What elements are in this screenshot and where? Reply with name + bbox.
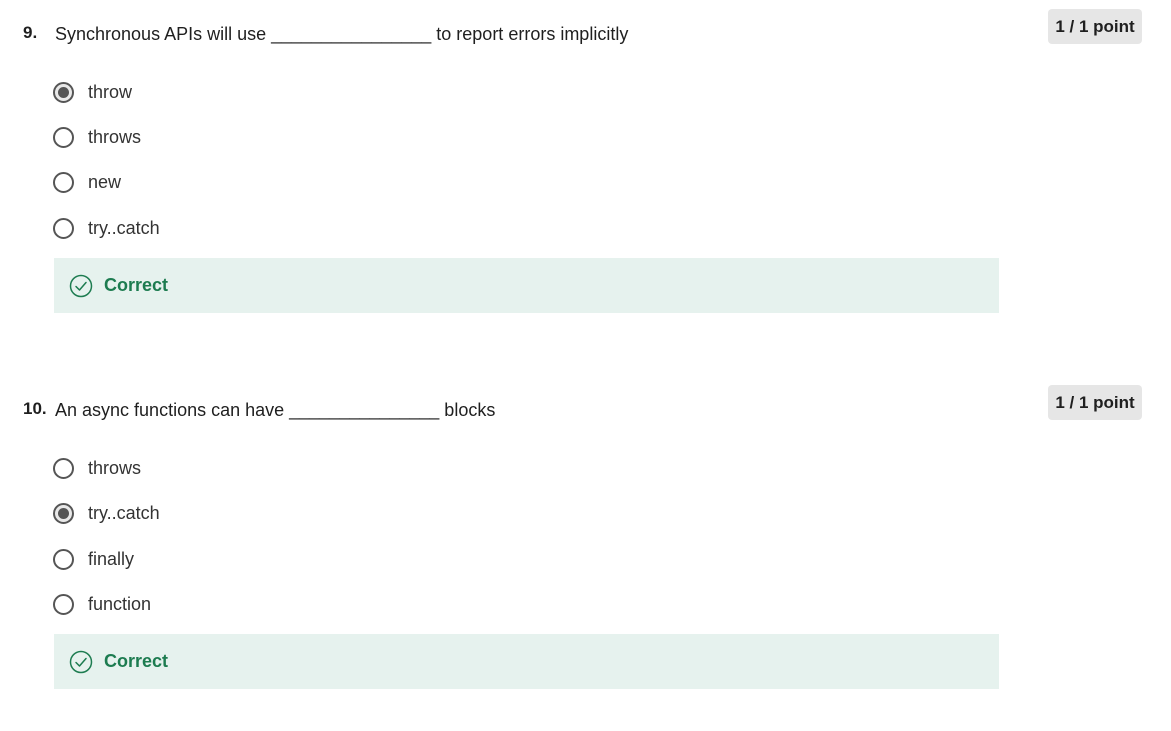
feedback-banner: Correct bbox=[54, 258, 999, 313]
radio-selected-dot bbox=[58, 86, 69, 98]
option-function[interactable]: function bbox=[53, 591, 151, 617]
check-circle-icon bbox=[69, 650, 93, 674]
option-throws[interactable]: throws bbox=[53, 455, 141, 481]
radio-selected-dot bbox=[58, 507, 69, 519]
radio-button[interactable] bbox=[53, 502, 74, 524]
option-throws[interactable]: throws bbox=[53, 124, 141, 150]
question-text: Synchronous APIs will use ______________… bbox=[55, 24, 629, 44]
feedback-banner: Correct bbox=[54, 634, 999, 689]
radio-button[interactable] bbox=[53, 457, 74, 479]
option-label: try..catch bbox=[88, 217, 160, 238]
option-label: throws bbox=[88, 126, 142, 147]
option-label: throws bbox=[88, 457, 142, 478]
option-try-catch[interactable]: try..catch bbox=[53, 215, 160, 241]
question-text: An async functions can have ____________… bbox=[55, 400, 496, 420]
points-badge: 1 / 1 point bbox=[1048, 385, 1142, 420]
option-throw[interactable]: throw bbox=[53, 79, 132, 105]
option-label: function bbox=[88, 593, 152, 614]
radio-button[interactable] bbox=[53, 548, 74, 570]
question-number: 9. bbox=[23, 23, 38, 42]
radio-button[interactable] bbox=[53, 217, 74, 239]
feedback-label: Correct bbox=[104, 651, 169, 671]
radio-button[interactable] bbox=[53, 81, 74, 103]
option-new[interactable]: new bbox=[53, 169, 121, 195]
points-badge: 1 / 1 point bbox=[1048, 9, 1142, 44]
radio-button[interactable] bbox=[53, 171, 74, 193]
option-try-catch[interactable]: try..catch bbox=[53, 500, 160, 526]
option-label: try..catch bbox=[88, 502, 160, 523]
radio-button[interactable] bbox=[53, 593, 74, 615]
option-label: finally bbox=[88, 548, 135, 569]
option-finally[interactable]: finally bbox=[53, 546, 134, 572]
feedback-label: Correct bbox=[104, 275, 169, 295]
check-circle-icon bbox=[69, 274, 93, 298]
option-label: new bbox=[88, 171, 122, 192]
option-label: throw bbox=[88, 81, 133, 102]
radio-button[interactable] bbox=[53, 126, 74, 148]
question-number: 10. bbox=[23, 399, 47, 418]
